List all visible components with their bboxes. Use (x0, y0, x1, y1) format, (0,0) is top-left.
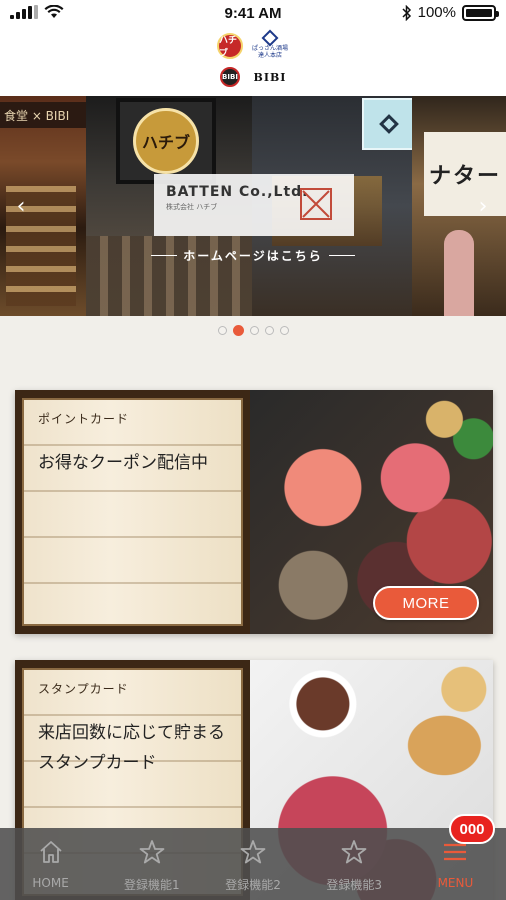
homepage-link-text: ホームページはこちら (183, 248, 323, 263)
pager-dot[interactable] (249, 326, 259, 335)
hachibu-logo: ハチブ (217, 33, 243, 59)
tab-label: 登録機能2 (225, 878, 281, 892)
tab-label: 登録機能1 (123, 878, 180, 892)
pager-dot[interactable] (264, 326, 274, 335)
status-bar: 9:41 AM 100% (0, 0, 506, 28)
pager-dot[interactable] (279, 326, 289, 335)
tab-home[interactable]: HOME (0, 828, 101, 900)
home-icon (39, 841, 62, 863)
company-card[interactable]: BATTEN Co.,Ltd. 株式会社 ハチブ (154, 174, 354, 236)
tab-feature-1[interactable]: 登録機能1 (101, 828, 202, 900)
company-logo-icon (300, 188, 332, 220)
bottom-tab-bar: HOME 登録機能1 登録機能2 登録機能3 MENU (0, 828, 506, 900)
battery-percent: 100% (417, 4, 456, 21)
wood-board: ポイントカード お得なクーポン配信中 (15, 390, 250, 634)
app-header: ハチブ ぱっさん酒場 達人本店 BIBI BIBI (0, 28, 506, 96)
pager-dot-active[interactable] (232, 325, 244, 336)
star-icon (139, 840, 165, 864)
card-title: 来店回数に応じて貯まるスタンプカード (38, 723, 225, 773)
bibi-badge-logo: BIBI (220, 67, 240, 87)
food-photo-platter: MORE (250, 390, 493, 634)
tab-label: HOME (32, 876, 69, 890)
chevron-right-icon[interactable]: › (472, 196, 494, 218)
battery-icon (462, 4, 499, 21)
star-icon (341, 840, 367, 864)
point-card-banner[interactable]: ポイントカード お得なクーポン配信中 MORE (15, 390, 493, 634)
banner-slider[interactable]: 食堂 × BIBI ハチブ ナター BATTEN Co.,Ltd. 株式会社 ハ… (0, 96, 506, 316)
bluetooth-icon (402, 4, 411, 21)
brand-logos: ハチブ ぱっさん酒場 達人本店 BIBI BIBI (216, 29, 290, 92)
tab-feature-2[interactable]: 登録機能2 (202, 828, 303, 900)
hachibu-sign: ハチブ (133, 108, 199, 174)
tab-feature-3[interactable]: 登録機能3 (304, 828, 405, 900)
pager-dot[interactable] (217, 326, 227, 335)
tab-label: MENU (437, 876, 474, 890)
bassan-sakaba-logo: ぱっさん酒場 達人本店 (250, 29, 290, 59)
tab-label: 登録機能3 (326, 878, 383, 892)
store-sign (362, 98, 416, 150)
star-icon (240, 840, 266, 864)
status-right: 100% (402, 4, 499, 21)
bibi-logo: BIBI (253, 70, 287, 84)
more-button[interactable]: MORE (373, 586, 479, 620)
chevron-left-icon[interactable]: ‹ (10, 196, 32, 218)
banner-sign: 食堂 × BIBI (0, 102, 86, 128)
card-label: ポイントカード (38, 412, 130, 426)
card-label: スタンプカード (38, 682, 129, 696)
bassan-sakaba-text: ぱっさん酒場 達人本店 (251, 45, 288, 59)
notification-badge: 000 (449, 814, 495, 844)
homepage-link[interactable]: ホームページはこちら (142, 244, 364, 266)
card-title: お得なクーポン配信中 (38, 453, 208, 473)
banner-pager (0, 325, 506, 338)
